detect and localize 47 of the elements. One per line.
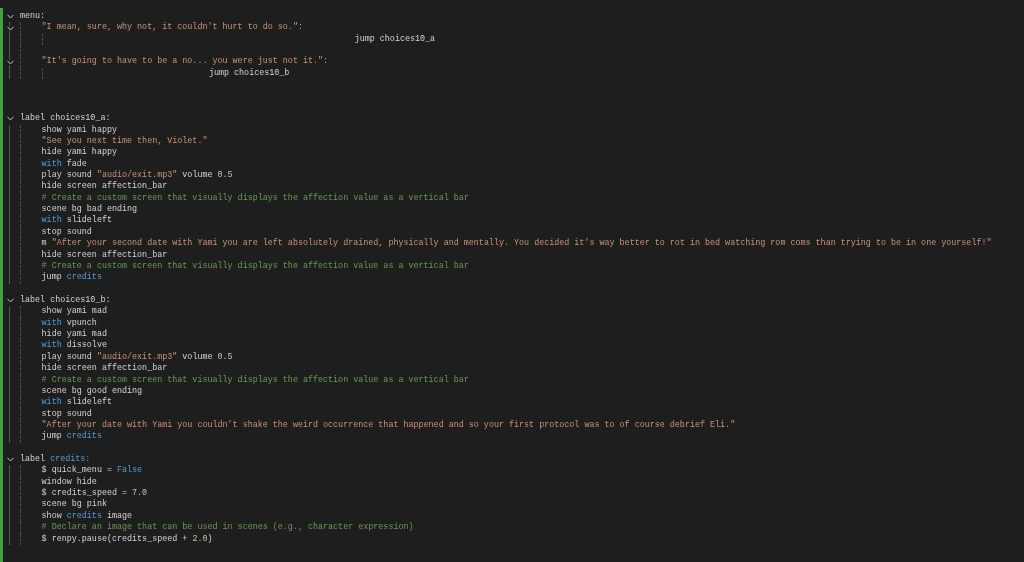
code-line: label choices10_a: xyxy=(20,113,111,125)
code-line: jump choices10_a xyxy=(353,33,436,46)
code-line: window hide xyxy=(41,476,97,488)
code-line: # Create a custom screen that visually displays the affection value as a vertical bar xyxy=(41,192,469,204)
fold-chevron-icon[interactable] xyxy=(6,25,14,31)
code-line: hide screen affection_bar xyxy=(41,363,168,375)
code-line: # Create a custom screen that visually displays the affection value as a vertical bar xyxy=(41,260,469,272)
code-line: with slideleft xyxy=(41,397,112,409)
code-line: hide yami mad xyxy=(41,329,107,340)
code-line: hide screen affection_bar xyxy=(41,249,168,261)
code-line: "See you next time then, Violet." xyxy=(41,135,208,147)
code-line: stop sound xyxy=(41,226,92,238)
code-line: jump credits xyxy=(41,431,102,443)
code-line: menu: xyxy=(20,11,46,22)
code-line: with fade xyxy=(41,158,87,170)
code-line: scene bg good ending xyxy=(41,385,143,397)
code-line: label choices10_b: xyxy=(20,295,111,306)
fold-chevron-icon[interactable] xyxy=(6,116,14,122)
fold-chevron-icon[interactable] xyxy=(6,457,14,463)
code-line: with dissolve xyxy=(41,340,107,352)
fold-chevron-icon[interactable] xyxy=(6,298,14,304)
code-line: $ credits_speed = 7.0 xyxy=(41,488,148,499)
code-line: show yami happy xyxy=(41,124,117,136)
code-line: scene bg pink xyxy=(41,499,107,511)
code-line: scene bg bad ending xyxy=(41,204,138,215)
code-line: play sound "audio/exit.mp3" volume 0.5 xyxy=(41,170,233,181)
code-line: $ quick_menu = False xyxy=(41,465,143,477)
code-line: hide yami happy xyxy=(41,147,117,159)
code-line: $ renpy.pause(credits_speed + 2.0) xyxy=(41,533,213,545)
code-line: stop sound xyxy=(41,408,92,420)
fold-chevron-icon[interactable] xyxy=(6,14,14,20)
code-line: # Create a custom screen that visually displays the affection value as a vertical bar xyxy=(41,374,469,386)
code-line: "After your date with Yami you couldn’t shake the weird occurrence that happened and so your first protocol was to of course debrief Eli." xyxy=(41,419,736,431)
code-line: play sound "audio/exit.mp3" volume 0.5 xyxy=(41,351,233,363)
code-line: hide screen affection_bar xyxy=(41,181,168,193)
code-line: "It's going to have to be a no... you were just not it.": xyxy=(41,56,329,68)
code-line: label credits: xyxy=(20,454,91,465)
code-line: "I mean, sure, why not, it couldn't hurt to do so.": xyxy=(41,22,303,34)
fold-chevron-icon[interactable] xyxy=(6,59,14,65)
code-line: show yami mad xyxy=(41,306,107,318)
code-line: m "After your second date with Yami you are left absolutely drained, physically and mentally. You decided it’s way better to rot in bed watching rom coms than trying to be in one yourself!" xyxy=(41,238,992,250)
code-line: jump choices10_b xyxy=(207,67,290,80)
code-line: with vpunch xyxy=(41,317,97,329)
code-line: show credits image xyxy=(41,510,133,522)
code-line: # Declare an image that can be used in scenes (e.g., character expression) xyxy=(41,522,414,534)
code-line: with slideleft xyxy=(41,215,112,227)
code-line: jump credits xyxy=(41,272,102,284)
